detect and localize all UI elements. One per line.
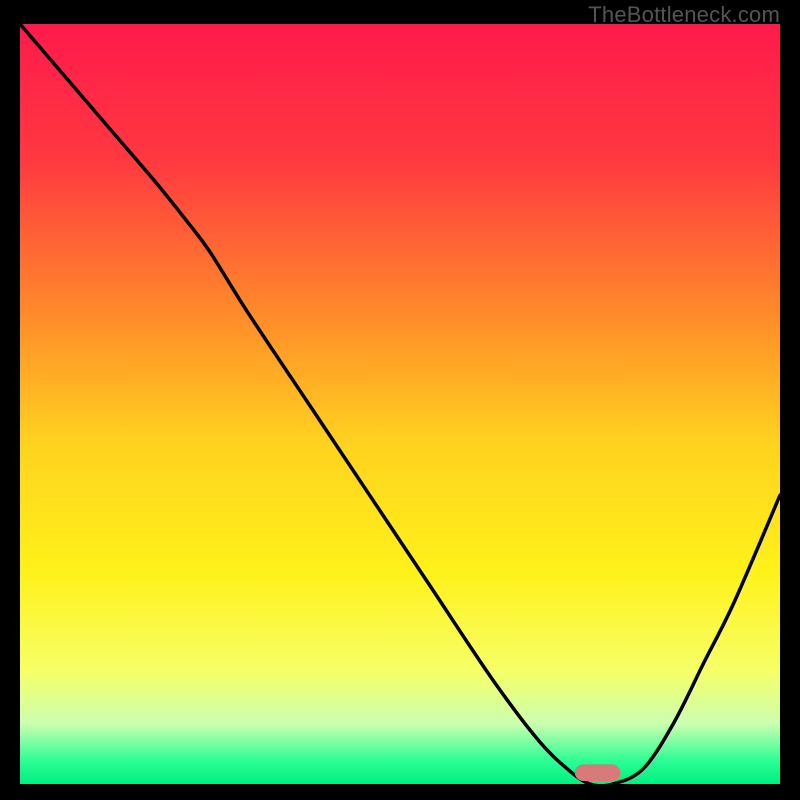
bottleneck-chart: [20, 24, 780, 784]
chart-frame: [20, 24, 780, 784]
optimal-marker: [575, 764, 621, 781]
chart-background: [20, 24, 780, 784]
